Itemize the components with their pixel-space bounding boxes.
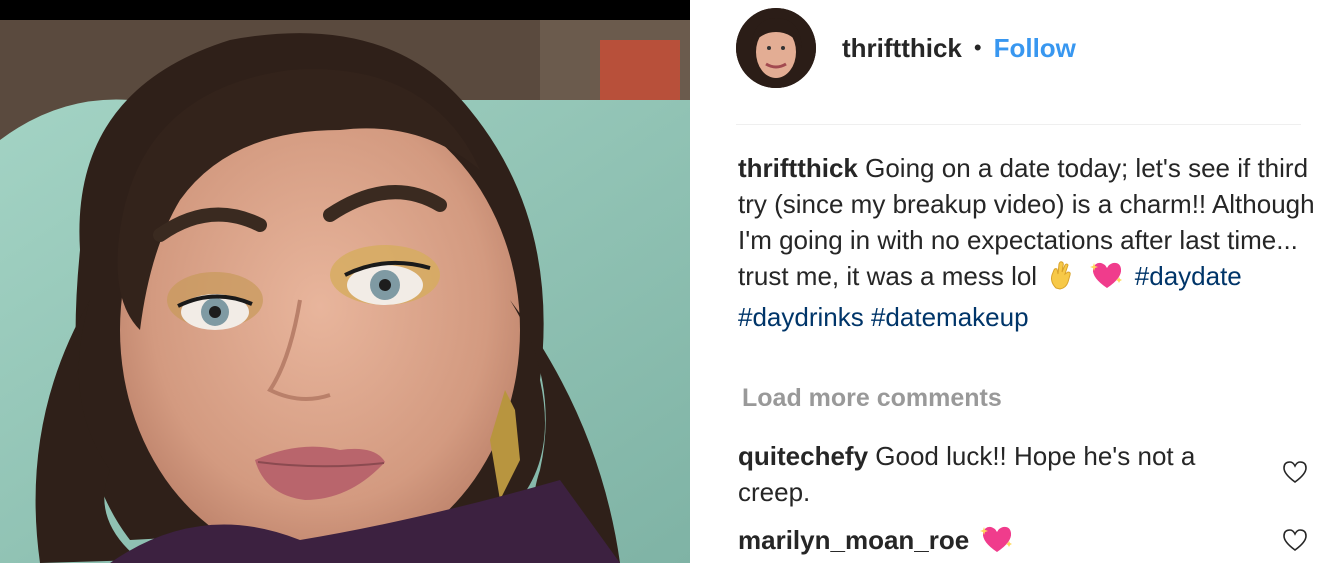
load-more-comments-button[interactable]: Load more comments <box>742 384 1002 413</box>
like-heart-icon[interactable] <box>1282 528 1308 552</box>
comment-username[interactable]: quitechefy <box>738 441 868 471</box>
sparkling-heart-icon <box>980 524 1014 563</box>
like-heart-icon[interactable] <box>1282 460 1308 484</box>
crossed-fingers-icon <box>1048 260 1074 299</box>
avatar[interactable] <box>736 8 816 88</box>
post-header: thriftthick • Follow <box>736 8 1076 88</box>
comment-item: quitechefy Good luck!! Hope he's not a c… <box>738 438 1268 510</box>
instagram-post-view: thriftthick • Follow thriftthick Going o… <box>0 0 1322 563</box>
header-divider <box>736 124 1301 125</box>
caption-author[interactable]: thriftthick <box>738 153 858 183</box>
post-caption: thriftthick Going on a date today; let's… <box>738 150 1318 335</box>
sparkling-heart-icon <box>1089 260 1124 299</box>
hashtag-link[interactable]: #daydate <box>1135 261 1242 291</box>
header-text: thriftthick • Follow <box>842 33 1076 64</box>
hashtag-link[interactable]: #datemakeup <box>871 302 1029 332</box>
selfie-photo-illustration <box>0 0 690 563</box>
avatar-image <box>736 8 816 88</box>
post-photo[interactable] <box>0 0 690 563</box>
separator-dot: • <box>973 35 982 60</box>
follow-button[interactable]: Follow <box>994 33 1076 64</box>
photo-top-bar <box>0 0 690 20</box>
hashtag-link[interactable]: #daydrinks <box>738 302 864 332</box>
post-side-panel: thriftthick • Follow thriftthick Going o… <box>690 0 1322 563</box>
comment-username[interactable]: marilyn_moan_roe <box>738 525 969 555</box>
post-author-username[interactable]: thriftthick <box>842 33 962 64</box>
comment-item: marilyn_moan_roe <box>738 522 1268 563</box>
